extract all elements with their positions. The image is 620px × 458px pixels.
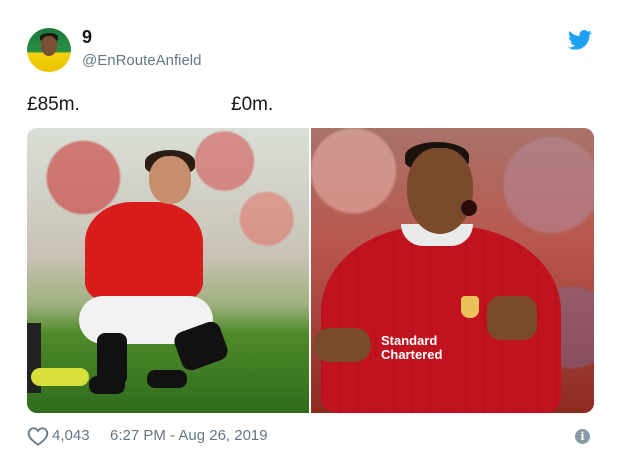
- tweet-card: 9 @EnRouteAnfield £85m. £0m. Standard Ch…: [0, 0, 620, 458]
- user-handle[interactable]: @EnRouteAnfield: [82, 52, 201, 69]
- photo-liverpool-player[interactable]: Standard Chartered: [311, 128, 594, 413]
- photo-man-utd-player[interactable]: [27, 128, 309, 413]
- tweet-media[interactable]: Standard Chartered: [27, 128, 594, 413]
- like-count[interactable]: 4,043: [52, 427, 90, 444]
- display-name[interactable]: 9: [82, 27, 92, 48]
- avatar[interactable]: [27, 28, 71, 72]
- club-crest: [461, 296, 479, 318]
- tweet-timestamp[interactable]: 6:27 PM - Aug 26, 2019: [110, 427, 268, 444]
- tweet-text-left: £85m.: [27, 94, 80, 115]
- info-icon[interactable]: i: [575, 429, 590, 444]
- tweet-text-right: £0m.: [231, 94, 274, 115]
- twitter-bird-icon[interactable]: [568, 30, 592, 50]
- shirt-sponsor: Standard Chartered: [381, 333, 443, 362]
- heart-icon[interactable]: [27, 426, 49, 446]
